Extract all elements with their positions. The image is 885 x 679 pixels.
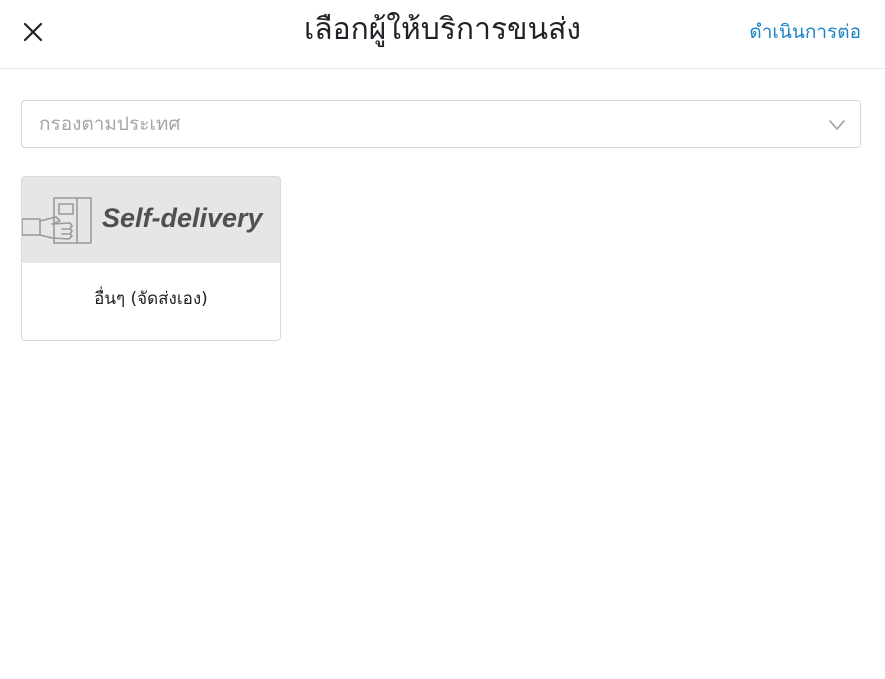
carrier-logo: Self-delivery	[22, 177, 280, 263]
carrier-selection-screen: เลือกผู้ให้บริการขนส่ง ดำเนินการต่อ กรอง…	[0, 0, 885, 679]
carrier-name: อื่นๆ (จัดส่งเอง)	[94, 289, 208, 309]
carrier-logo-text: Self-delivery	[102, 203, 263, 233]
carrier-card-self-delivery[interactable]: Self-delivery อื่นๆ (จัดส่งเอง)	[21, 176, 281, 341]
close-button[interactable]	[14, 13, 52, 51]
hand-package-icon	[22, 197, 92, 244]
continue-button[interactable]: ดำเนินการต่อ	[749, 18, 861, 46]
country-filter-select[interactable]: กรองตามประเทศ	[21, 100, 861, 148]
close-icon[interactable]	[23, 22, 43, 42]
chevron-down-icon	[829, 120, 845, 130]
header-bar: เลือกผู้ให้บริการขนส่ง ดำเนินการต่อ	[0, 0, 885, 69]
country-filter-placeholder: กรองตามประเทศ	[39, 113, 181, 135]
